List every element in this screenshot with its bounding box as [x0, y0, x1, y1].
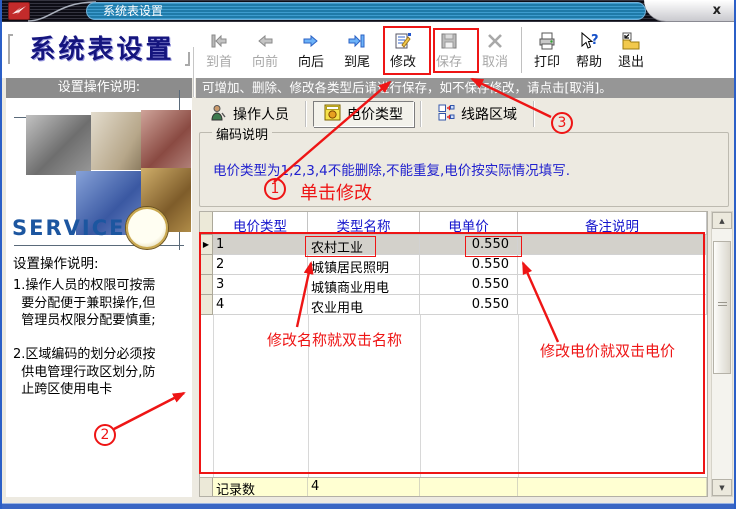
- highlight-box-save: [433, 28, 479, 73]
- line-area-icon: [438, 104, 455, 125]
- window-bottom-border: [2, 503, 734, 509]
- photo-tools: [26, 115, 91, 175]
- step-3-badge: 3: [551, 112, 573, 134]
- prev-button[interactable]: 向前: [242, 23, 288, 77]
- tab-price-type-label: 电价类型: [347, 104, 403, 124]
- step-2-badge: 2: [94, 424, 116, 446]
- tab-separator: [533, 101, 535, 127]
- help-icon: ?: [579, 31, 599, 55]
- tab-separator: [305, 101, 307, 127]
- exit-icon: [621, 31, 641, 55]
- last-icon: [347, 31, 367, 55]
- sidebar-photo-collage: SERVICE: [6, 98, 192, 250]
- last-label: 到尾: [344, 56, 370, 70]
- first-button[interactable]: 到首: [196, 23, 242, 77]
- last-button[interactable]: 到尾: [334, 23, 380, 77]
- tab-line-area-label: 线路区域: [461, 104, 517, 124]
- tab-operators-label: 操作人员: [233, 104, 289, 124]
- app-logo-icon: [8, 2, 30, 20]
- footer-record-count: 4: [308, 478, 420, 496]
- footer-record-label: 记录数: [213, 478, 308, 496]
- highlight-box-price-cell: [465, 236, 522, 257]
- dblclick-price-note: 修改电价就双击电价: [540, 340, 675, 361]
- dblclick-name-note: 修改名称就双击名称: [267, 329, 402, 350]
- footer-empty-cell: [420, 478, 518, 496]
- prev-label: 向前: [252, 56, 278, 70]
- sidebar-header: 设置操作说明:: [6, 78, 192, 98]
- help-button[interactable]: ? 帮助: [568, 23, 610, 77]
- next-button[interactable]: 向后: [288, 23, 334, 77]
- exit-label: 退出: [618, 56, 644, 70]
- next-icon: [301, 31, 321, 55]
- table-scrollbar[interactable]: ▲ ▼: [711, 211, 733, 497]
- header-separator: [193, 47, 195, 97]
- page-title: 系统表设置: [14, 30, 190, 70]
- title-decoration-right: [185, 52, 190, 66]
- print-label: 打印: [534, 56, 560, 70]
- next-label: 向后: [298, 56, 324, 70]
- sidebar-note-1: 1.操作人员的权限可按需 要分配便于兼职操作,但 管理员权限分配要慎重;: [13, 277, 189, 330]
- first-icon: [209, 31, 229, 55]
- window-title: 系统表设置: [103, 4, 163, 18]
- tab-separator: [420, 101, 422, 127]
- app-window: 系统表设置 x 系统表设置 到首 向前 向后 到尾 修改: [0, 0, 736, 509]
- svg-text:?: ?: [591, 33, 599, 48]
- scroll-thumb[interactable]: [713, 241, 731, 374]
- photo-watch: [125, 206, 169, 250]
- cancel-label: 取消: [482, 56, 508, 70]
- toolbar-separator: [521, 27, 523, 73]
- prev-icon: [255, 31, 275, 55]
- operator-icon: [210, 104, 227, 125]
- highlight-box-modify: [383, 26, 431, 75]
- close-button[interactable]: x: [713, 3, 721, 19]
- step-1-note: 单击修改: [300, 179, 372, 205]
- print-icon: [537, 31, 557, 55]
- step-1-badge: 1: [264, 178, 286, 200]
- scroll-thumb-grip: [718, 302, 727, 308]
- footer-empty-cell: [518, 478, 707, 496]
- footer-selector-cell: [200, 478, 213, 496]
- info-bar: 可增加、删除、修改各类型后请进行保存，如不保存修改，请点击[取消]。: [196, 78, 736, 98]
- groupbox-text: 电价类型为1,2,3,4不能删除,不能重复,电价按实际情况填写.: [213, 159, 570, 179]
- tab-line-area[interactable]: 线路区域: [428, 101, 527, 127]
- sidebar-note-2: 2.区域编码的划分必须按 供电管理行政区划分,防 止跨区使用电卡: [13, 346, 189, 399]
- scroll-up-button[interactable]: ▲: [712, 212, 732, 229]
- photo-pliers: [141, 110, 191, 168]
- scroll-down-button[interactable]: ▼: [712, 479, 732, 496]
- groupbox-legend: 编码说明: [212, 124, 272, 143]
- service-label: SERVICE: [12, 216, 125, 240]
- sidebar-notes-title: 设置操作说明:: [13, 252, 99, 272]
- help-label: 帮助: [576, 56, 602, 70]
- title-decoration-left: [8, 34, 13, 64]
- cancel-icon: [485, 31, 505, 55]
- first-label: 到首: [206, 56, 232, 70]
- print-button[interactable]: 打印: [526, 23, 568, 77]
- photo-pen: [91, 112, 141, 170]
- exit-button[interactable]: 退出: [610, 23, 652, 77]
- tab-price-type[interactable]: 电价类型: [313, 101, 414, 127]
- table-footer-row: 记录数 4: [200, 477, 707, 496]
- price-type-icon: [324, 104, 341, 125]
- highlight-box-name-cell: [305, 236, 376, 257]
- titlebar-pill: 系统表设置: [86, 2, 646, 20]
- titlebar: 系统表设置 x: [2, 0, 734, 22]
